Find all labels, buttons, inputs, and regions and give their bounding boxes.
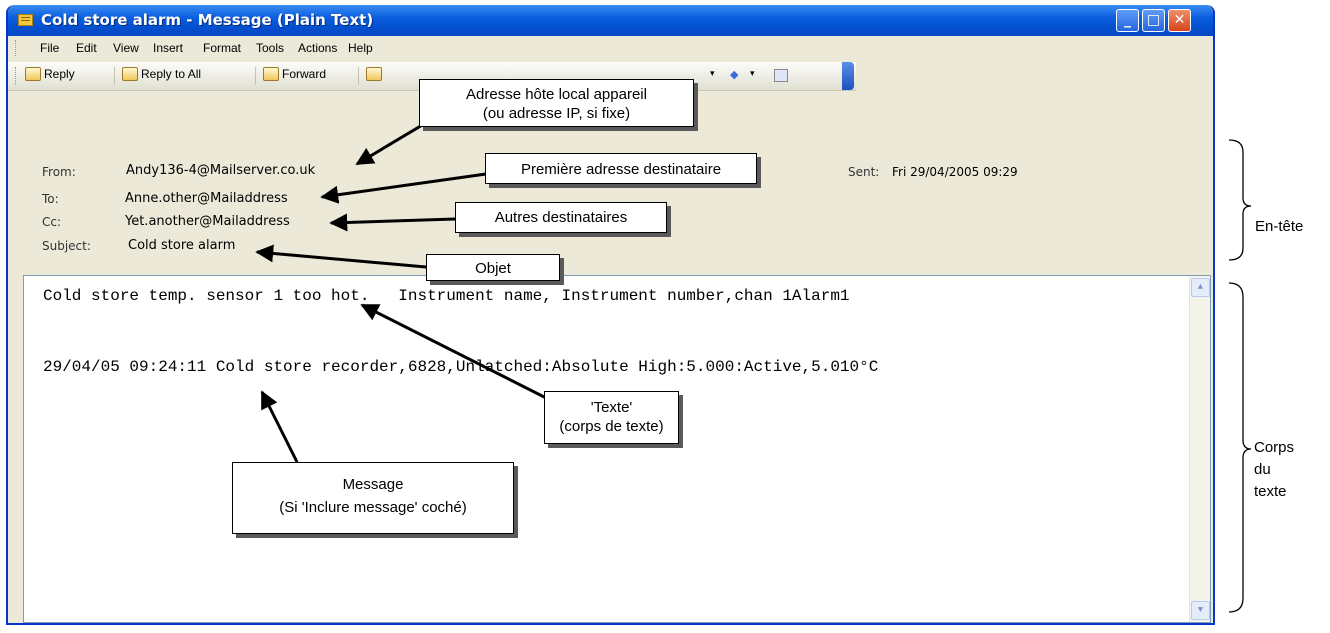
callout-text-line2: (corps de texte) [559,418,664,435]
side-label-body-line3: texte [1254,483,1287,500]
callout-host-line2: (ou adresse IP, si fixe) [482,105,631,122]
side-label-body: Corps du texte [1254,437,1294,503]
arrow-subject [255,244,427,269]
side-label-header: En-tête [1255,218,1304,235]
callout-message: Message (Si 'Inclure message' coché) [232,462,514,534]
brace-body [1228,282,1252,613]
arrow-text [360,303,565,409]
arrow-other-recipients [329,213,456,232]
callout-message-line1: Message [342,476,404,493]
callout-message-line2: (Si 'Inclure message' coché) [279,499,467,516]
callout-other-recipients: Autres destinataires [455,202,667,233]
brace-header [1228,139,1252,261]
callout-text-body: 'Texte' (corps de texte) [544,391,679,444]
side-label-body-line2: du [1254,461,1271,478]
callout-subject: Objet [426,254,560,281]
side-label-body-line1: Corps [1254,439,1295,456]
callout-host-line1: Adresse hôte local appareil [466,86,647,103]
callout-text-line1: 'Texte' [590,399,633,416]
arrow-host [355,122,425,166]
callout-host-address: Adresse hôte local appareil (ou adresse … [419,79,694,127]
arrow-first-recipient [320,172,487,204]
arrow-message [260,390,299,463]
callout-first-recipient: Première adresse destinataire [485,153,757,184]
